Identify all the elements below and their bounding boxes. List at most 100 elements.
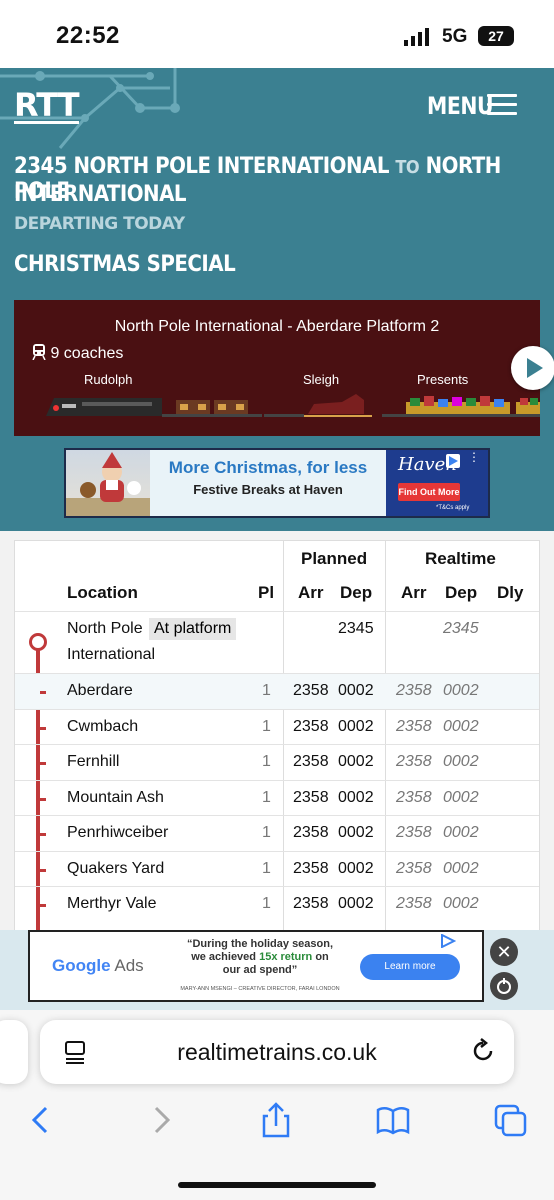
stop-marker — [40, 833, 46, 836]
service-destination-cont: INTERNATIONAL — [14, 182, 187, 207]
cell-rt-arr: 2358 — [396, 753, 432, 770]
network-type: 5G — [442, 26, 468, 47]
cell-location: Merthyr Vale — [67, 895, 157, 912]
share-icon[interactable] — [259, 1102, 293, 1138]
to-word: TO — [395, 157, 420, 178]
ad-quote: “During the holiday season, we achieved … — [160, 938, 360, 977]
vehicle-label-presents: Presents — [417, 372, 469, 387]
stop-marker — [40, 797, 46, 801]
origin-name: North Pole — [67, 620, 143, 637]
cell-pl: 1 — [262, 682, 271, 699]
cell-rt-dep: 0002 — [443, 859, 479, 877]
quote-line: our ad spend” — [222, 964, 298, 976]
haven-banner-ad[interactable]: More Christmas, for less Festive Breaks … — [64, 448, 490, 518]
table-row[interactable]: Mountain Ash 1 2358 0002 2358 0002 — [15, 779, 539, 816]
service-name: CHRISTMAS SPECIAL — [14, 252, 236, 277]
google-ads-banner[interactable]: Google Ads “During the holiday season, w… — [28, 930, 484, 1002]
previous-tab-card[interactable] — [0, 1020, 28, 1084]
play-arrow-icon — [527, 358, 543, 378]
table-row[interactable]: Cwmbach 1 2358 0002 2358 0002 — [15, 708, 539, 745]
cell-dep: 0002 — [338, 788, 374, 806]
ads-logo-text: Ads — [114, 956, 144, 975]
service-origin: NORTH POLE INTERNATIONAL — [73, 154, 389, 179]
hamburger-icon[interactable] — [487, 94, 517, 116]
cell-rt-dep: 0002 — [443, 717, 479, 735]
stop-marker — [40, 904, 46, 907]
banner-cta-button[interactable]: Find Out More — [398, 483, 460, 501]
cell-arr: 2358 — [293, 682, 329, 699]
stop-marker — [40, 691, 46, 694]
cell-pl: 1 — [262, 788, 271, 806]
site-header: RTT MENU 2345 NORTH POLE INTERNATIONAL T… — [0, 68, 554, 296]
cell-location: Penrhiwceiber — [67, 824, 169, 841]
tabs-icon[interactable] — [494, 1102, 528, 1138]
battery-level: 27 — [488, 28, 504, 44]
planned-dep-header: Dep — [340, 583, 373, 602]
cell-pl: 1 — [262, 859, 271, 877]
ad-feedback-icon[interactable] — [490, 972, 518, 1000]
service-time: 2345 — [14, 154, 68, 179]
cell-arr: 2358 — [293, 717, 329, 735]
adchoices-icon[interactable] — [446, 454, 460, 468]
status-bar: 22:52 5G 27 — [0, 0, 554, 68]
banner-photo — [66, 450, 150, 516]
timetable-table: Planned Realtime Location Pl Arr Dep Arr… — [14, 540, 540, 961]
learn-more-button[interactable]: Learn more — [360, 954, 460, 980]
back-icon[interactable] — [24, 1102, 58, 1138]
reload-icon[interactable] — [470, 1038, 496, 1064]
cell-rt-dep: 0002 — [443, 788, 479, 806]
banner-subline: Festive Breaks at Haven — [193, 482, 343, 497]
cell-dep: 0002 — [338, 895, 374, 912]
cell-location: Quakers Yard — [67, 859, 165, 877]
realtime-header: Realtime — [425, 549, 496, 568]
cell-dep: 0002 — [338, 753, 374, 770]
cell-rt-arr: 2358 — [396, 682, 432, 699]
train-icon — [32, 344, 46, 361]
departing-label: DEPARTING TODAY — [14, 214, 185, 234]
cell-dep: 0002 — [338, 824, 374, 841]
adchoices-icon[interactable] — [440, 933, 457, 951]
stop-marker — [40, 762, 46, 765]
next-formation-button[interactable] — [511, 346, 554, 390]
at-platform-badge: At platform — [149, 618, 237, 640]
cell-rt-arr: 2358 — [396, 824, 432, 841]
table-row[interactable]: Quakers Yard 1 2358 0002 2358 0002 — [15, 850, 539, 887]
cell-arr: 2358 — [293, 788, 329, 806]
origin-row[interactable]: North Pole International 2345 2345 — [15, 611, 539, 674]
cell-arr: 2358 — [293, 824, 329, 841]
table-row[interactable]: Merthyr Vale 1 2358 0002 2358 0002 — [15, 886, 539, 922]
cell-pl: 1 — [262, 895, 271, 912]
more-options-icon[interactable]: ⋮ — [468, 451, 480, 463]
menu-label[interactable]: MENU — [427, 92, 494, 120]
cell-location: Aberdare — [67, 682, 133, 699]
origin-marker — [29, 633, 47, 651]
google-ads-logo: Google Ads — [52, 956, 144, 976]
close-ad-icon[interactable]: ✕ — [490, 938, 518, 966]
forward-icon[interactable] — [144, 1102, 178, 1138]
coach-count-label: 9 coaches — [50, 345, 124, 362]
address-bar[interactable]: realtimetrains.co.uk — [40, 1020, 514, 1084]
train-formation-panel: North Pole International - Aberdare Plat… — [14, 300, 540, 436]
url-text: realtimetrains.co.uk — [177, 1039, 377, 1065]
cell-arr: 2358 — [293, 895, 329, 912]
banner-terms: *T&Cs apply — [436, 505, 470, 511]
vehicle-label-rudolph: Rudolph — [84, 372, 133, 387]
santa-figurine-image — [66, 452, 150, 516]
rtt-logo[interactable]: RTT — [14, 89, 80, 124]
coach-count: 9 coaches — [32, 344, 123, 363]
train-route: North Pole International - Aberdare Plat… — [114, 318, 440, 335]
table-row[interactable]: Aberdare 1 2358 0002 2358 0002 — [15, 673, 539, 709]
stop-marker — [40, 868, 46, 872]
quote-highlight: 15x return — [259, 951, 313, 963]
table-row[interactable]: Fernhill 1 2358 0002 2358 0002 — [15, 744, 539, 780]
cell-arr: 2358 — [293, 859, 329, 877]
cell-pl: 1 — [262, 824, 271, 841]
realtime-arr-header: Arr — [401, 583, 427, 602]
cell-location: Mountain Ash — [67, 788, 164, 806]
stop-marker — [40, 726, 46, 730]
google-logo-text: Google — [52, 956, 111, 975]
cell-dep: 0002 — [338, 682, 374, 699]
origin-name-cont: International — [67, 646, 156, 663]
bookmarks-icon[interactable] — [376, 1102, 410, 1138]
table-row[interactable]: Penrhiwceiber 1 2358 0002 2358 0002 — [15, 815, 539, 851]
